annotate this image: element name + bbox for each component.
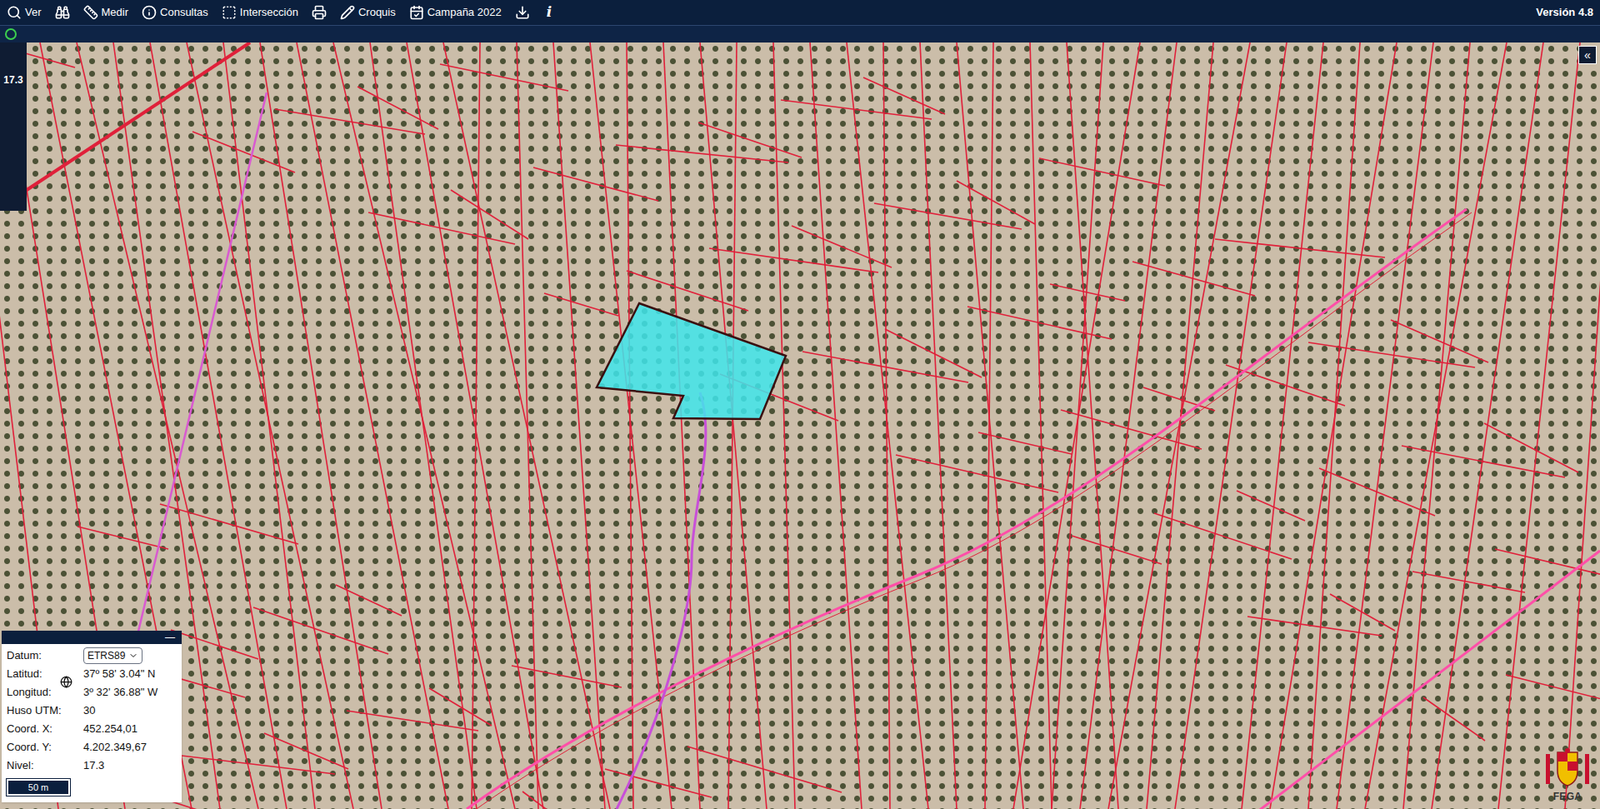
measure-icon <box>83 5 99 20</box>
fega-logo: FEGA <box>1543 747 1592 805</box>
minimize-button[interactable]: — <box>165 632 175 643</box>
scale-bar: 50 m <box>6 779 70 797</box>
toolbar-button[interactable]: Croquis <box>336 0 400 25</box>
selected-parcel[interactable] <box>596 303 786 420</box>
print-button[interactable] <box>308 0 330 25</box>
toolbar: Ver MedirConsultasIntersección CroquisCamp… <box>0 0 1600 25</box>
binoculars-button[interactable] <box>51 0 74 25</box>
intersect-icon <box>221 5 237 20</box>
version-label: Versión 4.8 <box>1535 4 1597 21</box>
datum-select[interactable]: ETRS89 <box>83 647 143 665</box>
chevron-down-icon <box>128 650 139 661</box>
globe-icon[interactable] <box>60 675 73 689</box>
coat-of-arms-icon <box>1543 747 1592 790</box>
toolbar-button[interactable]: i <box>540 0 559 25</box>
coord-row: Latitud:37º 58' 3.04" N <box>6 665 177 683</box>
status-bar <box>0 25 1600 43</box>
pencil-icon <box>340 5 355 20</box>
coord-row: Coord. Y:4.202.349,67 <box>6 739 177 756</box>
coord-row: Datum:ETRS89 <box>6 647 177 665</box>
sigpac-viewer: Ver MedirConsultasIntersección CroquisCamp… <box>0 0 1600 809</box>
download-button[interactable] <box>511 0 534 25</box>
coord-row: Longitud:3º 32' 36.88" W <box>6 684 177 701</box>
zoom-level: 17.3 <box>3 72 23 211</box>
zoom-bar[interactable]: 17.3 <box>0 42 27 211</box>
toolbar-button[interactable]: Consultas <box>138 0 212 25</box>
binoculars-icon <box>55 5 70 20</box>
parcel-overlay <box>0 42 1600 809</box>
map[interactable]: 17.3 « — Datum:ETRS89Latitud:37º 58' 3.04" … <box>0 42 1600 809</box>
toolbar-button[interactable]: Medir <box>80 0 133 25</box>
coords-panel: — Datum:ETRS89Latitud:37º 58' 3.04" NLong… <box>1 630 182 804</box>
info-icon <box>141 5 157 20</box>
coord-row: Coord. X:452.254,01 <box>6 720 177 738</box>
coord-row: Nivel:17.3 <box>6 757 177 775</box>
panel-toggle-button[interactable]: « <box>1578 45 1597 65</box>
download-icon <box>515 5 530 20</box>
search-icon <box>6 5 22 20</box>
status-indicator-icon <box>5 28 17 40</box>
toolbar-button[interactable]: Intersección <box>218 0 302 25</box>
toolbar-button[interactable]: Campaña 2022 <box>405 0 505 25</box>
toolbar-button[interactable]: Ver <box>3 0 45 25</box>
coord-row: Huso UTM:30 <box>6 702 177 720</box>
print-icon <box>311 5 327 20</box>
calendar-icon <box>409 5 425 20</box>
